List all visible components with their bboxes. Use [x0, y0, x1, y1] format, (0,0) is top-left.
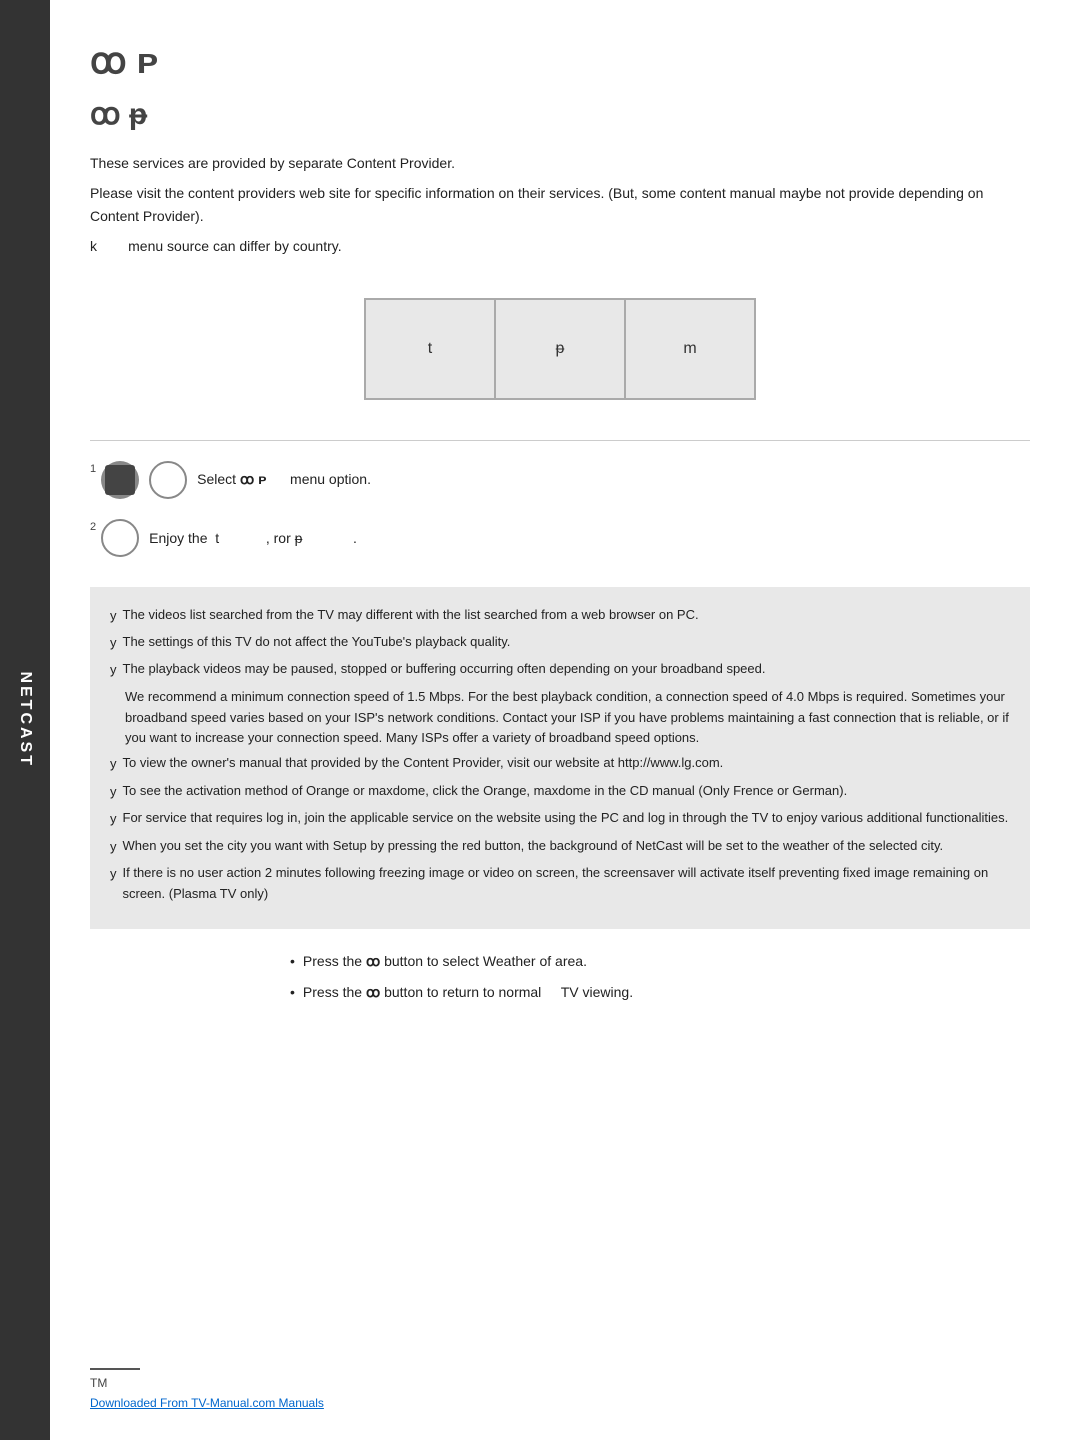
note-1: y The videos list searched from the TV m… [110, 605, 1010, 626]
step-1: 1 Select ꝏ ᴘ menu option. [90, 461, 1030, 499]
step-1-circle [149, 461, 187, 499]
menu-box-3: m [625, 299, 755, 399]
step-1-button-icon [101, 461, 139, 499]
note-5: y To see the activation method of Orange… [110, 781, 1010, 802]
step-2-text: Enjoy the t , ror ᵽ . [149, 530, 357, 546]
menu-box-1: t [365, 299, 495, 399]
step-1-text: Select ꝏ ᴘ menu option. [197, 471, 371, 488]
footer: TM Downloaded From TV-Manual.com Manuals [90, 1368, 1040, 1410]
menu-box-2: ᵽ [495, 299, 625, 399]
bottom-bullets: • Press the ꝏ button to select Weather o… [290, 949, 1030, 1005]
note-4: y To view the owner's manual that provid… [110, 753, 1010, 774]
step-2: 2 Enjoy the t , ror ᵽ . [90, 519, 1030, 557]
description-line-1: These services are provided by separate … [90, 152, 1030, 174]
main-content: ꝏ ᴘ ꝏ ᵽ These services are provided by s… [50, 0, 1080, 1440]
note-8: y If there is no user action 2 minutes f… [110, 863, 1010, 905]
step-1-number: 1 [90, 463, 96, 475]
note-7: y When you set the city you want with Se… [110, 836, 1010, 857]
symbol-medium: ꝏ ᵽ [90, 97, 1030, 132]
header-symbols: ꝏ ᴘ ꝏ ᵽ [90, 40, 1030, 132]
sidebar-label: NETCAST [16, 672, 34, 769]
notes-section: y The videos list searched from the TV m… [90, 587, 1030, 929]
footer-tm: TM [90, 1376, 1040, 1390]
note-3-sub: We recommend a minimum connection speed … [125, 687, 1010, 749]
step-1-btn-inner [105, 465, 135, 495]
steps-section: 1 Select ꝏ ᴘ menu option. 2 Enjoy the t … [90, 461, 1030, 557]
step-2-circle [101, 519, 139, 557]
step-2-number: 2 [90, 521, 96, 533]
footer-line [90, 1368, 140, 1370]
symbol-large: ꝏ ᴘ [90, 40, 1030, 82]
footer-link[interactable]: Downloaded From TV-Manual.com Manuals [90, 1396, 324, 1410]
menu-boxes-container: t ᵽ m [364, 298, 756, 400]
note-6: y For service that requires log in, join… [110, 808, 1010, 829]
note-3: y The playback videos may be paused, sto… [110, 659, 1010, 680]
menu-boxes-section: t ᵽ m [90, 298, 1030, 400]
section-divider [90, 440, 1030, 441]
bottom-bullet-2: • Press the ꝏ button to return to normal… [290, 980, 1030, 1005]
sidebar: NETCAST [0, 0, 50, 1440]
description-line-3: k menu source can differ by country. [90, 235, 1030, 257]
description-line-2: Please visit the content providers web s… [90, 182, 1030, 227]
note-2: y The settings of this TV do not affect … [110, 632, 1010, 653]
bottom-bullet-1: • Press the ꝏ button to select Weather o… [290, 949, 1030, 974]
